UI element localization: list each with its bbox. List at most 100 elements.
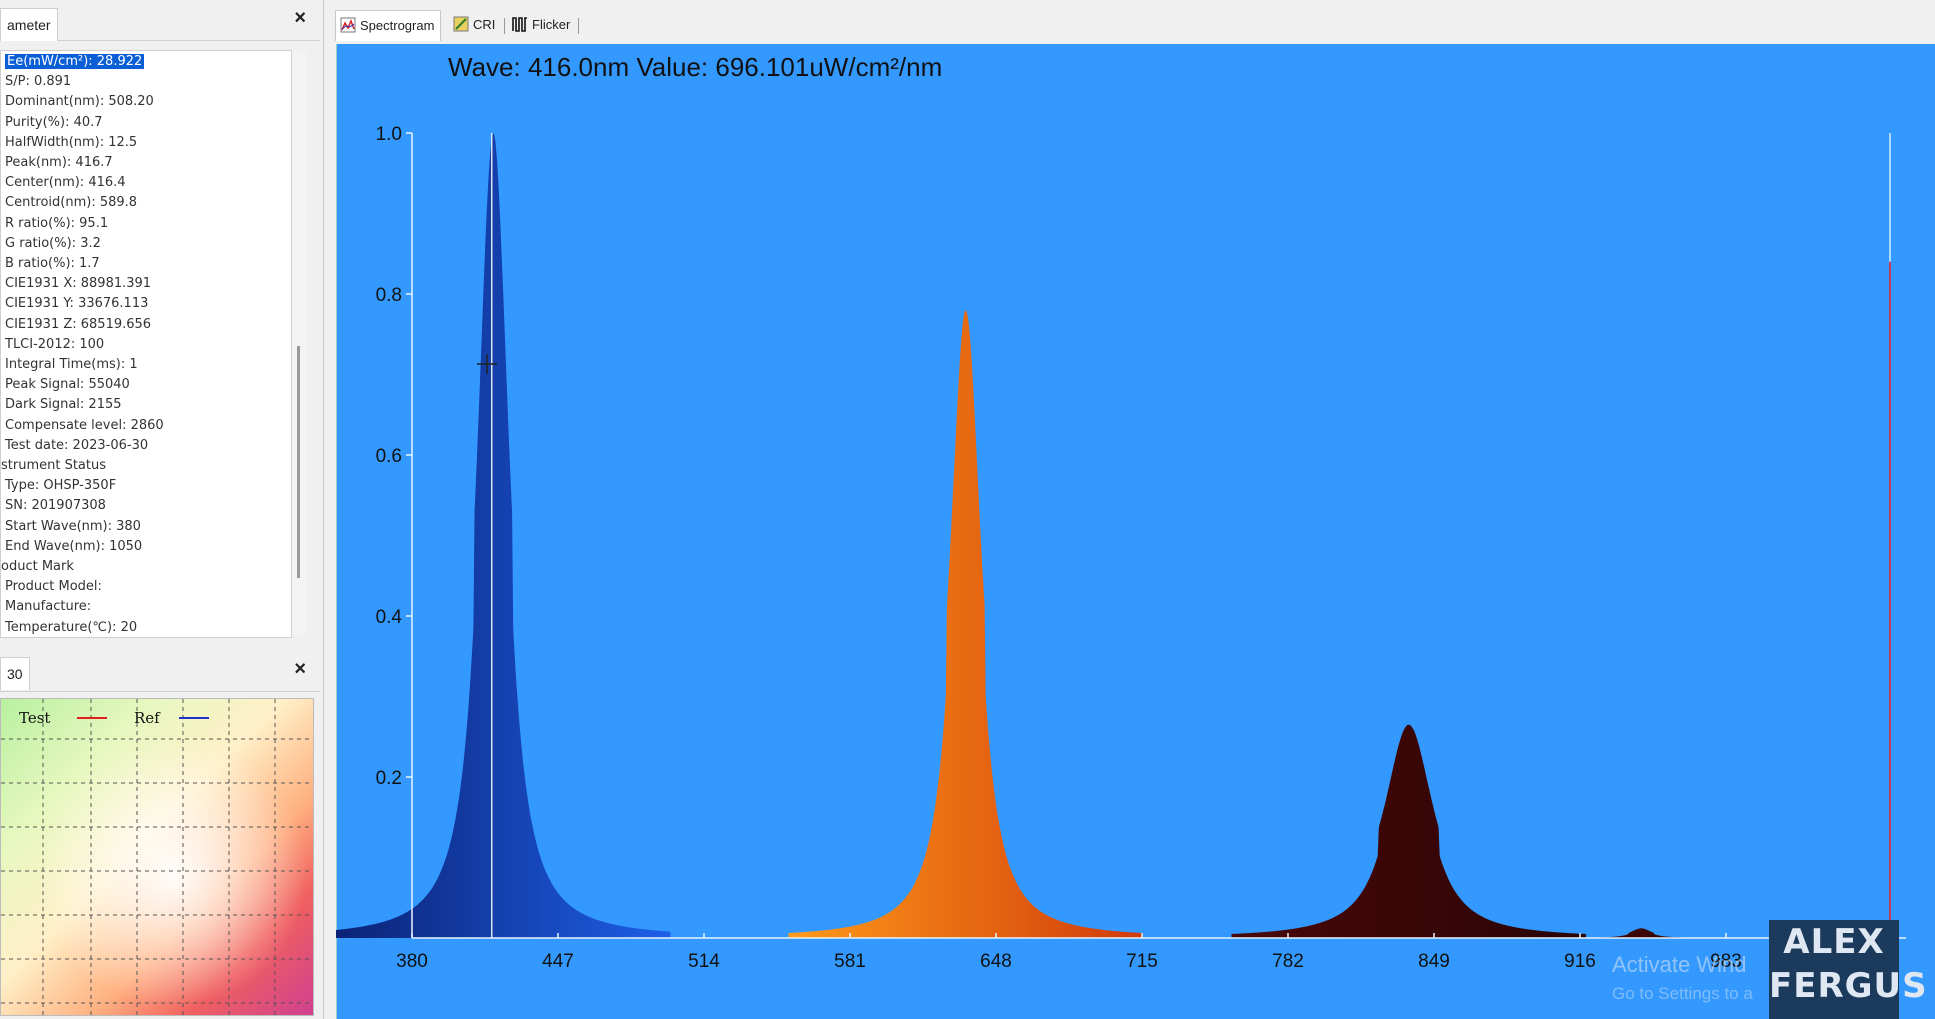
parameter-list[interactable]: Ee(mW/cm²): 28.922 S/P: 0.891 Dominant(nm)… xyxy=(0,50,292,638)
parameter-row[interactable]: R ratio(%): 95.1 xyxy=(5,216,108,236)
parameter-text: Purity(%): 40.7 xyxy=(5,114,103,130)
parameter-scrollbar[interactable] xyxy=(292,50,306,636)
parameter-text: HalfWidth(nm): 12.5 xyxy=(5,134,138,150)
wave-value-readout: Wave: 416.0nm Value: 696.101uW/cm²/nm xyxy=(448,52,943,82)
parameter-text: Product Model: xyxy=(5,579,102,595)
tab-flicker[interactable]: Flicker xyxy=(508,10,570,40)
parameter-text: CIE1931 X: 88981.391 xyxy=(5,276,152,292)
activate-windows-watermark: Activate Wind xyxy=(1612,952,1747,977)
parameter-row[interactable]: CIE1931 Y: 33676.113 xyxy=(5,296,148,316)
chroma-grid xyxy=(1,699,313,1015)
parameter-row[interactable]: CIE1931 Z: 68519.656 xyxy=(5,317,151,337)
parameter-row[interactable]: Type: OHSP-350F xyxy=(5,478,116,498)
activate-windows-subtext: Go to Settings to a xyxy=(1612,984,1753,1003)
parameter-row[interactable]: Center(nm): 416.4 xyxy=(5,175,126,195)
y-tick-label: 0.8 xyxy=(376,285,402,306)
parameter-text: Type: OHSP-350F xyxy=(5,478,117,494)
chroma-panel-header: 30 × xyxy=(0,651,320,692)
x-tick-label: 849 xyxy=(1418,951,1450,972)
y-tick-label: 0.4 xyxy=(376,607,403,628)
parameter-row[interactable]: S/P: 0.891 xyxy=(5,74,71,94)
parameter-text: Compensate level: 2860 xyxy=(5,417,164,433)
parameter-text: CIE1931 Z: 68519.656 xyxy=(5,316,152,332)
x-tick-label: 514 xyxy=(688,951,720,972)
parameter-text: S/P: 0.891 xyxy=(5,74,72,90)
parameter-row[interactable]: TLCI-2012: 100 xyxy=(5,337,104,357)
parameter-row[interactable]: Product Model: xyxy=(5,579,102,599)
parameter-text: TLCI-2012: 100 xyxy=(5,336,105,352)
parameter-row[interactable]: Centroid(nm): 589.8 xyxy=(5,195,137,215)
parameter-text: End Wave(nm): 1050 xyxy=(5,538,143,554)
parameter-text: Ee(mW/cm²): 28.922 xyxy=(5,54,145,69)
parameter-text: Peak Signal: 55040 xyxy=(5,377,130,393)
parameter-panel: ameter × Ee(mW/cm²): 28.922 S/P: 0.891 Dom… xyxy=(0,0,324,1019)
parameter-row[interactable]: Manufacture: xyxy=(5,599,91,619)
legend-test-label: Test xyxy=(19,709,51,727)
x-tick-label: 715 xyxy=(1126,951,1158,972)
flicker-icon xyxy=(512,17,527,32)
spectrogram-icon xyxy=(340,17,356,33)
x-tick-label: 648 xyxy=(980,951,1012,972)
y-tick-label: 1.0 xyxy=(376,124,402,145)
parameter-row[interactable]: B ratio(%): 1.7 xyxy=(5,256,100,276)
parameter-text: Peak(nm): 416.7 xyxy=(5,155,113,170)
tab-flicker-label: Flicker xyxy=(532,17,571,32)
x-tick-label: 782 xyxy=(1272,951,1304,972)
logo-line-2: FERGUS xyxy=(1769,966,1928,1006)
parameter-row[interactable]: Ee(mW/cm²): 28.922 xyxy=(5,54,145,74)
parameter-row[interactable]: Start Wave(nm): 380 xyxy=(5,519,141,539)
parameter-row[interactable]: Temperature(℃): 20 xyxy=(5,619,138,637)
parameter-text: SN: 201907308 xyxy=(5,498,106,514)
parameter-text: strument Status xyxy=(1,458,107,473)
parameter-row[interactable]: End Wave(nm): 1050 xyxy=(5,539,142,559)
parameter-text: CIE1931 Y: 33676.113 xyxy=(5,296,149,312)
parameter-row[interactable]: HalfWidth(nm): 12.5 xyxy=(5,135,137,155)
parameter-panel-tab[interactable]: ameter xyxy=(0,8,58,41)
parameter-text: Manufacture: xyxy=(5,599,92,615)
parameter-row[interactable]: oduct Mark xyxy=(1,559,74,579)
x-tick-label: 380 xyxy=(396,951,428,972)
parameter-row[interactable]: strument Status xyxy=(1,458,106,478)
parameter-panel-header: ameter × xyxy=(0,0,320,41)
alex-fergus-logo: ALEX FERGUS xyxy=(1769,920,1928,1019)
parameter-text: Test date: 2023-06-30 xyxy=(5,437,149,453)
parameter-row[interactable]: Test date: 2023-06-30 xyxy=(5,438,148,458)
tab-spectrogram[interactable]: Spectrogram xyxy=(335,10,442,41)
parameter-text: G ratio(%): 3.2 xyxy=(5,235,101,251)
parameter-text: R ratio(%): 95.1 xyxy=(5,215,109,231)
parameter-text: Start Wave(nm): 380 xyxy=(5,518,141,534)
tab-separator xyxy=(504,18,505,34)
chromaticity-plot: Test Ref xyxy=(0,698,314,1016)
parameter-row[interactable]: CIE1931 X: 88981.391 xyxy=(5,276,151,296)
parameter-text: Center(nm): 416.4 xyxy=(5,175,126,191)
parameter-text: oduct Mark xyxy=(1,559,74,574)
scrollbar-thumb[interactable] xyxy=(297,346,300,578)
legend-ref-label: Ref xyxy=(134,709,160,727)
tab-separator xyxy=(578,18,579,34)
parameter-text: Dark Signal: 2155 xyxy=(5,397,122,413)
parameter-row[interactable]: Dark Signal: 2155 xyxy=(5,397,122,417)
parameter-row[interactable]: Integral Time(ms): 1 xyxy=(5,357,138,377)
parameter-row[interactable]: Compensate level: 2860 xyxy=(5,418,164,438)
tab-cri[interactable]: CRI xyxy=(449,10,495,40)
parameter-row[interactable]: SN: 201907308 xyxy=(5,498,106,518)
y-tick-label: 0.2 xyxy=(376,768,402,789)
close-parameter-panel-icon[interactable]: × xyxy=(294,7,306,30)
spectrum-peak xyxy=(336,133,671,938)
spectrogram-chart[interactable]: 0.2 0.4 0.6 0.8 1.0 380 447 514 581 648 715 782 849 9… xyxy=(336,44,1935,1019)
parameter-row[interactable]: Peak(nm): 416.7 xyxy=(5,155,113,175)
parameter-row[interactable]: Purity(%): 40.7 xyxy=(5,115,103,135)
logo-line-1: ALEX xyxy=(1783,922,1885,962)
chroma-panel-tab[interactable]: 30 xyxy=(0,657,30,690)
x-tick-label: 581 xyxy=(834,951,866,972)
close-chroma-panel-icon[interactable]: × xyxy=(294,658,306,681)
parameter-text: Temperature(℃): 20 xyxy=(5,619,138,635)
parameter-text: Centroid(nm): 589.8 xyxy=(5,195,138,211)
parameter-text: Integral Time(ms): 1 xyxy=(5,357,138,372)
x-tick-label: 916 xyxy=(1564,951,1596,972)
x-tick-label: 447 xyxy=(542,951,574,972)
parameter-row[interactable]: G ratio(%): 3.2 xyxy=(5,236,101,256)
y-tick-label: 0.6 xyxy=(376,446,402,467)
parameter-row[interactable]: Peak Signal: 55040 xyxy=(5,377,130,397)
parameter-row[interactable]: Dominant(nm): 508.20 xyxy=(5,94,154,114)
